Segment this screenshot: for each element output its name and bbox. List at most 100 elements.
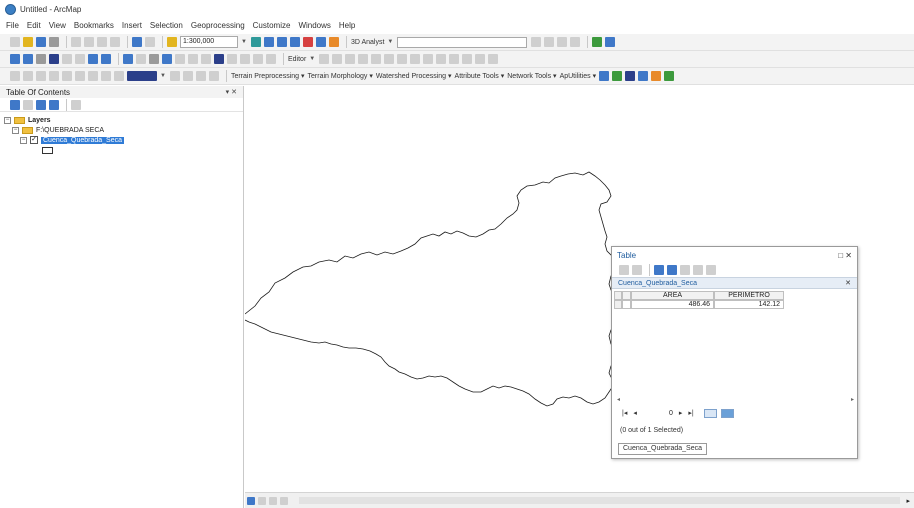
map-scale-input[interactable]: 1:300,000 [180,36,238,48]
scroll-left-icon[interactable]: ◂ [617,396,620,403]
select-by-attributes-icon[interactable] [654,265,664,275]
menu-help[interactable]: Help [339,21,355,30]
attributes-icon[interactable] [462,54,473,64]
color-ramp-icon[interactable] [127,71,157,81]
point-icon[interactable] [384,54,395,64]
identify-icon[interactable] [162,54,172,64]
row-selector[interactable] [614,300,622,309]
terrain-preprocessing-menu[interactable]: Terrain Preprocessing ▾ [231,72,305,80]
open-icon[interactable] [23,37,33,47]
edit-tool-icon[interactable] [319,54,330,64]
fixed-zoom-in-icon[interactable] [62,54,72,64]
row-selector-header[interactable] [614,291,622,300]
end-point-arc-icon[interactable] [358,54,369,64]
zoom-in-fixed-icon[interactable] [49,71,59,81]
new-icon[interactable] [10,37,20,47]
transparency-icon[interactable] [208,71,219,81]
find-icon[interactable] [214,54,224,64]
fixed-zoom-out-icon[interactable] [75,54,85,64]
model-builder-icon[interactable] [328,37,339,47]
focus-frame-icon[interactable] [114,71,124,81]
table-layer-tab[interactable]: Cuenca_Quebrada_Seca ✕ [612,277,857,289]
toggle-draft-icon[interactable] [101,71,111,81]
hyperlink-icon[interactable] [175,54,185,64]
back-extent-icon[interactable] [88,54,98,64]
list-by-selection-icon[interactable] [49,99,59,110]
related-tables-icon[interactable] [632,265,642,275]
aputilities-menu[interactable]: ApUtilities ▾ [560,72,597,80]
trace-tool-icon[interactable] [638,71,649,81]
tree-row-layer[interactable]: − ✓ Cuenca_Quebrada_Seca [0,135,243,145]
refresh-icon[interactable] [269,496,277,505]
delete-selected-icon[interactable] [693,265,703,275]
table-options-icon[interactable] [619,265,629,275]
rotate-icon[interactable] [449,54,460,64]
layout-view-icon[interactable] [258,496,266,505]
3d-analyst-label[interactable]: 3D Analyst [351,39,384,46]
cut-polygons-icon[interactable] [423,54,434,64]
profile-graph-icon[interactable] [557,37,568,47]
clear-selection-icon[interactable] [136,54,146,64]
straight-segment-icon[interactable] [345,54,356,64]
table-row[interactable]: 486.46 142.12 [614,300,857,309]
python-window-icon[interactable] [315,37,326,47]
menu-bookmarks[interactable]: Bookmarks [74,21,114,30]
pause-drawing-icon[interactable] [280,496,288,505]
search-window-icon[interactable] [289,37,300,47]
line-of-sight-icon[interactable] [570,37,581,47]
network-tools-menu[interactable]: Network Tools ▾ [507,72,556,80]
zoom-100-icon[interactable] [36,71,46,81]
swipe-icon[interactable] [182,71,193,81]
layer-icon[interactable] [169,71,180,81]
zoom-in-icon[interactable] [10,54,20,64]
create-features-icon[interactable] [488,54,499,64]
save-icon[interactable] [36,37,46,47]
polygon-symbol-swatch[interactable] [42,146,53,154]
previous-record-icon[interactable]: ◂ [633,409,637,417]
first-record-icon[interactable]: |◂ [622,409,627,417]
arctoolbox-icon[interactable] [302,37,313,47]
forward-extent-icon[interactable] [101,54,111,64]
switch-selection-icon[interactable] [667,265,677,275]
toc-options-icon[interactable] [71,99,81,110]
sketch-properties-icon[interactable] [475,54,486,64]
batch-point-icon[interactable] [625,71,636,81]
add-data-icon[interactable] [167,37,177,47]
map-horizontal-scrollbar[interactable] [299,497,901,504]
chevron-down-icon[interactable]: ▼ [309,56,315,62]
table-close-icon[interactable]: □ ✕ [838,251,852,260]
collapse-icon[interactable]: − [20,136,27,144]
paste-icon[interactable] [97,37,107,47]
list-by-visibility-icon[interactable] [36,99,46,110]
collapse-icon[interactable]: − [12,126,19,134]
layer-visibility-checkbox[interactable]: ✓ [30,136,38,144]
cell-blank[interactable] [622,300,631,309]
flicker-icon[interactable] [195,71,206,81]
list-by-drawing-order-icon[interactable] [10,99,20,110]
show-selected-records-icon[interactable] [720,408,734,418]
cut-icon[interactable] [71,37,81,47]
go-to-xy-icon[interactable] [240,54,250,64]
pan-icon[interactable] [36,54,46,64]
create-tin-icon[interactable] [531,37,542,47]
toc-close-icon[interactable]: ▾ ✕ [226,88,237,96]
dataset-icon[interactable] [651,71,662,81]
interpolate-line-icon[interactable] [544,37,555,47]
last-record-icon[interactable]: ▸| [688,409,693,417]
next-extent-icon[interactable] [88,71,98,81]
column-header-blank[interactable] [622,291,631,300]
table-horizontal-scrollbar[interactable]: ◂ ▸ [614,395,857,404]
edit-annotation-icon[interactable] [332,54,343,64]
chevron-down-icon[interactable]: ▼ [241,39,247,45]
close-x-icon[interactable] [706,265,716,275]
chevron-down-icon[interactable]: ▼ [387,39,393,45]
attribute-tools-menu[interactable]: Attribute Tools ▾ [455,72,505,80]
scroll-right-icon[interactable]: ▸ [906,497,910,505]
menu-edit[interactable]: Edit [27,21,41,30]
layer-label[interactable]: Cuenca_Quebrada_Seca [41,136,125,144]
toc-window-icon[interactable] [263,37,274,47]
measure-icon[interactable] [201,54,211,64]
globe-icon[interactable] [592,37,603,47]
tree-row-group[interactable]: − F:\QUEBRADA SECA [0,125,243,135]
zoom-out-icon[interactable] [23,54,33,64]
